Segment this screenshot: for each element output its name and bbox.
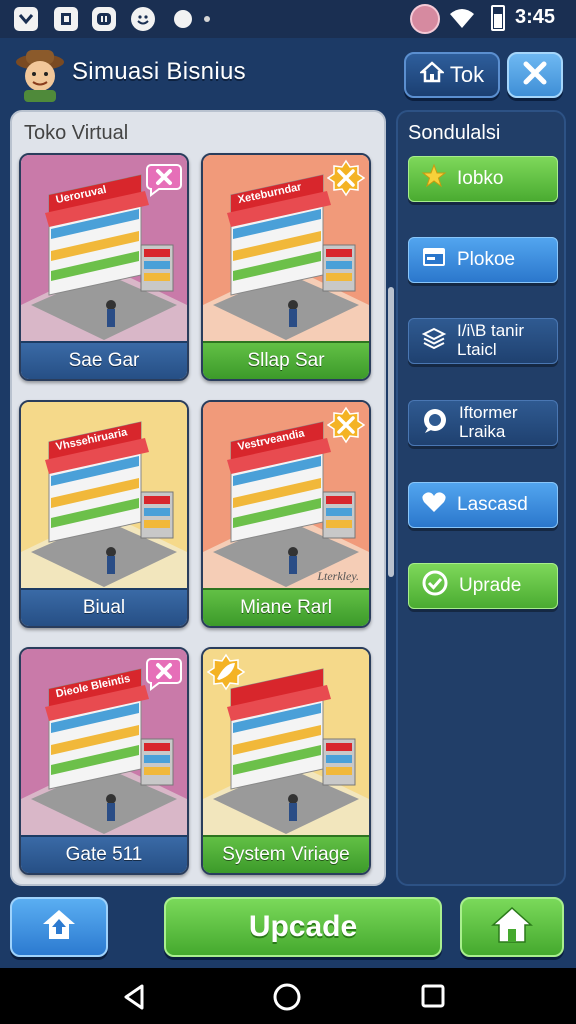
- layers-icon: [421, 326, 447, 357]
- sidebar-button-label: Lascasd: [457, 493, 528, 515]
- shop-card[interactable]: Ueroruval Sae Gar: [19, 153, 189, 381]
- chat-icon: [92, 7, 116, 31]
- shop-card[interactable]: Vestrveandia Miane Rarl Lterkley.: [201, 400, 371, 628]
- clock: 3:45: [515, 6, 556, 28]
- sidebar-button-ltaicl[interactable]: I/i\B tanir Ltaicl: [408, 318, 558, 364]
- leaf-badge-icon[interactable]: [206, 653, 246, 691]
- window-icon: [421, 246, 447, 274]
- wifi-icon: [448, 6, 476, 30]
- media-icon: [54, 7, 78, 31]
- sidebar-button-label: I/i\B tanir Ltaicl: [457, 321, 525, 359]
- small-dot-icon: [204, 16, 210, 22]
- page-title: Simuasi Bisnius: [72, 58, 246, 85]
- tok-button-label: Tok: [449, 62, 485, 87]
- shop-card[interactable]: Xeteburndar Sllap Sar: [201, 153, 371, 381]
- mascot-icon: [12, 46, 68, 102]
- recents-icon[interactable]: [420, 983, 446, 1013]
- star-icon: [421, 163, 447, 195]
- dot-icon: [174, 10, 192, 28]
- sidebar-button-label: Iobko: [457, 167, 504, 189]
- scrollbar[interactable]: [388, 287, 394, 577]
- shop-card[interactable]: Dieole Bleintis Gate 511: [19, 647, 189, 875]
- upcade-button[interactable]: Upcade: [164, 897, 442, 957]
- shop-card-label: Biual: [21, 588, 187, 626]
- shop-card-label: Sllap Sar: [203, 341, 369, 379]
- app-header: Simuasi Bisnius Tok: [0, 38, 576, 110]
- check-box-icon: [14, 7, 38, 31]
- avatar-icon: [410, 4, 440, 34]
- chat-bubble-icon: [421, 407, 449, 440]
- sidebar-button-label: Uprade: [459, 574, 522, 596]
- shop-card-label: Gate 511: [21, 835, 187, 873]
- shop-card-label: Miane Rarl: [203, 588, 369, 626]
- shop-card-label: System Viriage: [203, 835, 369, 873]
- back-icon[interactable]: [120, 982, 150, 1016]
- shop-card-label: Sae Gar: [21, 341, 187, 379]
- system-nav-bar: [0, 968, 576, 1024]
- sidebar-button-iobko[interactable]: Iobko: [408, 156, 558, 202]
- battery-icon: [491, 5, 505, 31]
- sidebar-button-label: Plokoe: [457, 248, 516, 270]
- home-icon: [490, 905, 534, 949]
- check-circle-icon: [421, 569, 449, 603]
- sidebar: Sondulalsi Iobko Plokoe I/i\B tanir Ltaic…: [396, 110, 566, 886]
- close-badge-icon[interactable]: [145, 159, 183, 197]
- tok-button[interactable]: Tok: [404, 52, 500, 98]
- close-icon: [522, 60, 548, 90]
- sidebar-button-plokoe[interactable]: Plokoe: [408, 237, 558, 283]
- sidebar-button-label: Iftormer Lraika: [459, 403, 518, 441]
- star-badge-icon[interactable]: [326, 159, 366, 197]
- sidebar-button-lascasd[interactable]: Lascasd: [408, 482, 558, 528]
- shop-card[interactable]: System Viriage: [201, 647, 371, 875]
- smiley-icon: [131, 7, 155, 31]
- watermark-text: Lterkley.: [317, 569, 359, 583]
- sidebar-button-lraika[interactable]: Iftormer Lraika: [408, 400, 558, 446]
- close-button[interactable]: [507, 52, 563, 98]
- close-badge-icon[interactable]: [145, 653, 183, 691]
- upload-home-icon: [39, 907, 79, 947]
- status-bar: 3:45: [0, 0, 576, 38]
- shop-card[interactable]: Vhssehiruaria Biual: [19, 400, 189, 628]
- upload-home-button[interactable]: [10, 897, 108, 957]
- star-badge-icon[interactable]: [326, 406, 366, 444]
- home-circle-icon[interactable]: [272, 982, 302, 1016]
- home-button[interactable]: [460, 897, 564, 957]
- heart-icon: [421, 490, 447, 520]
- home-icon: [418, 61, 446, 89]
- sidebar-button-uprade[interactable]: Uprade: [408, 563, 558, 609]
- sidebar-title: Sondulalsi: [408, 122, 501, 144]
- shop-title: Toko Virtual: [24, 122, 129, 144]
